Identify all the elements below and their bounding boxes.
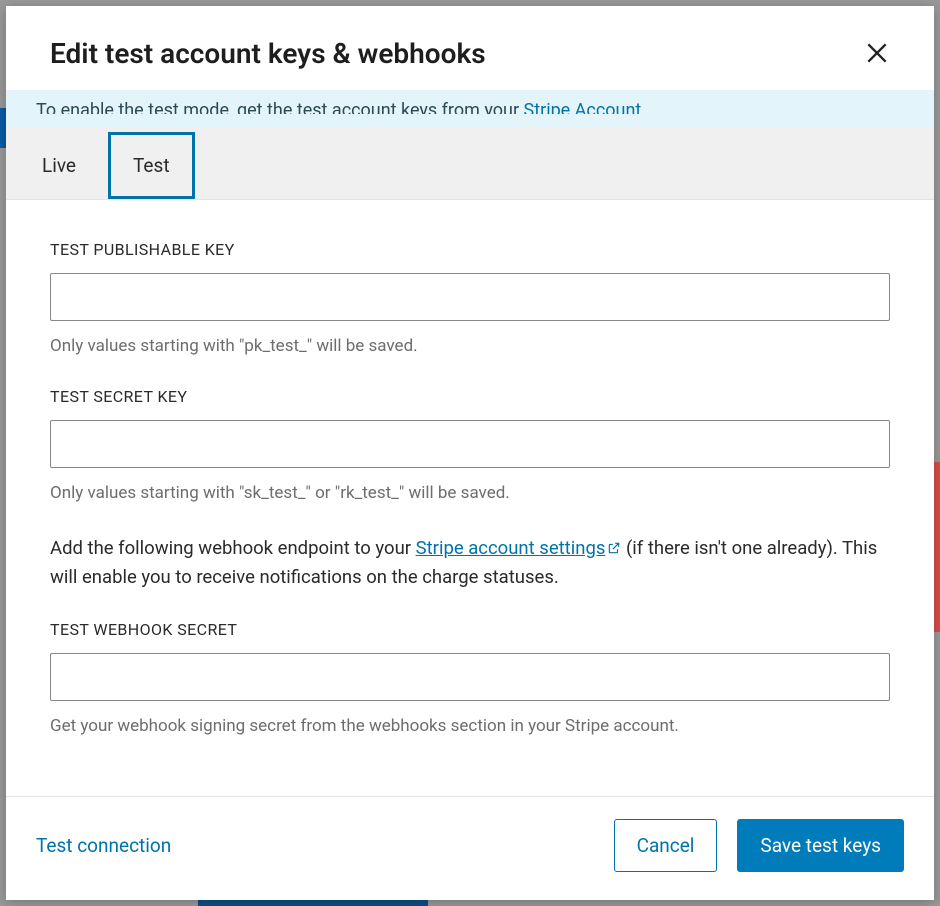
test-connection-link[interactable]: Test connection [36, 834, 171, 857]
modal-footer: Test connection Cancel Save test keys [6, 796, 934, 900]
publishable-key-input[interactable] [50, 273, 890, 321]
external-link-icon [607, 535, 621, 564]
tab-live[interactable]: Live [24, 132, 94, 199]
mode-tabs: Live Test [6, 128, 934, 200]
field-help: Get your webhook signing secret from the… [50, 715, 890, 739]
modal-body: TEST PUBLISHABLE KEY Only values startin… [6, 200, 934, 796]
secret-key-input[interactable] [50, 420, 890, 468]
save-button[interactable]: Save test keys [737, 819, 904, 872]
notice-link[interactable]: Stripe Account. [524, 102, 647, 114]
field-label: TEST WEBHOOK SECRET [50, 620, 890, 639]
info-pre: Add the following webhook endpoint to yo… [50, 537, 416, 559]
tab-test[interactable]: Test [108, 132, 195, 199]
field-help: Only values starting with "pk_test_" wil… [50, 335, 890, 359]
notice-text: To enable the test mode, get the test ac… [36, 102, 524, 114]
field-secret-key: TEST SECRET KEY Only values starting wit… [50, 387, 890, 506]
field-label: TEST PUBLISHABLE KEY [50, 240, 890, 259]
modal-header: Edit test account keys & webhooks [6, 6, 934, 94]
close-icon [864, 40, 890, 66]
info-notice: To enable the test mode, get the test ac… [6, 90, 934, 128]
edit-keys-modal: Edit test account keys & webhooks To ena… [6, 6, 934, 900]
modal-title: Edit test account keys & webhooks [50, 37, 486, 70]
field-webhook-secret: TEST WEBHOOK SECRET Get your webhook sig… [50, 620, 890, 739]
webhook-info-text: Add the following webhook endpoint to yo… [50, 534, 890, 592]
field-publishable-key: TEST PUBLISHABLE KEY Only values startin… [50, 240, 890, 359]
cancel-button[interactable]: Cancel [614, 819, 718, 872]
field-help: Only values starting with "sk_test_" or … [50, 482, 890, 506]
field-label: TEST SECRET KEY [50, 387, 890, 406]
stripe-settings-link[interactable]: Stripe account settings [416, 537, 622, 559]
close-button[interactable] [860, 36, 894, 70]
webhook-secret-input[interactable] [50, 653, 890, 701]
